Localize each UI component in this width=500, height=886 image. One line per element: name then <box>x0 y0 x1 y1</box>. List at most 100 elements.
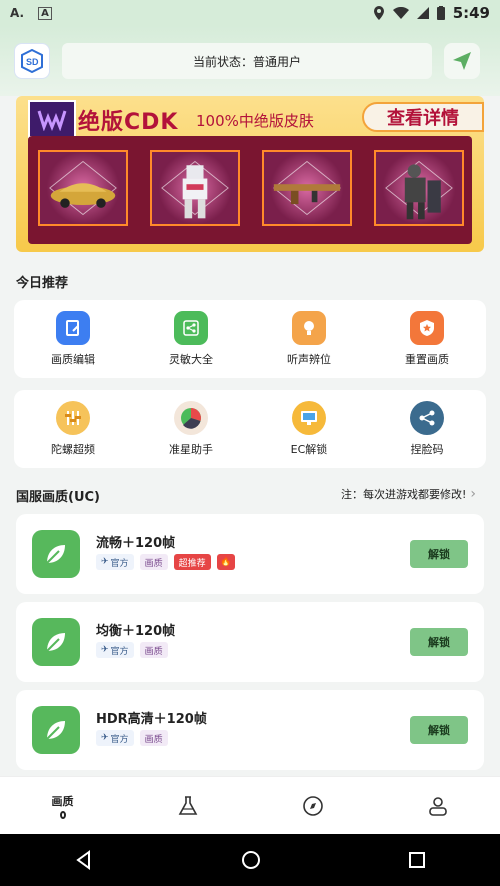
app-notification-icon: A. <box>10 6 25 20</box>
tag-quality: 画质 <box>139 642 168 658</box>
nav-quality[interactable]: 画质 <box>0 777 125 834</box>
tool-label: 陀螺超频 <box>51 443 95 456</box>
tool-label: EC解锁 <box>290 443 328 456</box>
leaf-icon <box>32 618 80 666</box>
back-icon[interactable] <box>74 850 94 870</box>
bottom-nav: 画质 <box>0 776 500 834</box>
leaf-icon <box>32 706 80 754</box>
nav-quality-label: 画质 <box>51 794 74 808</box>
official-icon: ✈ <box>101 645 109 655</box>
tool-label: 重置画质 <box>405 353 449 366</box>
monitor-icon <box>292 401 326 435</box>
tool-face-code[interactable]: 捏脸码 <box>368 390 486 468</box>
recommend-row-1: 画质编辑 灵敏大全 听声辨位 重置画质 <box>14 300 486 378</box>
unlock-button[interactable]: 解锁 <box>410 540 468 568</box>
tool-reset-quality[interactable]: 重置画质 <box>368 300 486 378</box>
preset-card: HDR高清＋120帧 ✈ 官方 画质 解锁 <box>16 690 484 770</box>
quality-note-text: 注：每次进游戏都要修改! <box>340 488 467 501</box>
send-icon <box>453 52 471 70</box>
skin-outfit-image <box>374 150 464 226</box>
preset-card: 流畅＋120帧 ✈ 官方 画质 超推荐 🔥 解锁 <box>16 514 484 594</box>
tag-text: 官方 <box>110 734 129 745</box>
banner-subtitle: 100%中绝版皮肤 <box>196 112 314 130</box>
official-icon: ✈ <box>101 557 109 567</box>
tool-sensitivity[interactable]: 灵敏大全 <box>132 300 250 378</box>
leaf-icon <box>32 530 80 578</box>
preset-tags: ✈ 官方 画质 超推荐 🔥 <box>96 554 235 570</box>
nav-discover[interactable] <box>250 777 375 834</box>
skin-car-image <box>38 150 128 226</box>
tool-quality-edit[interactable]: 画质编辑 <box>14 300 132 378</box>
top-header: SD 当前状态：普通用户 <box>0 26 500 96</box>
promo-banner[interactable]: 绝版CDK 100%中绝版皮肤 查看详情 <box>16 96 484 252</box>
battery-icon <box>436 6 445 20</box>
tag-text: 官方 <box>110 646 129 657</box>
banner-title: 绝版CDK <box>78 110 179 135</box>
compass-icon <box>302 795 323 816</box>
user-icon <box>428 796 447 816</box>
quality-note[interactable]: 注：每次进游戏都要修改! › <box>341 486 476 502</box>
tag-recommend: 超推荐 <box>173 554 211 570</box>
quality-section-title: 国服画质(UC) <box>16 490 100 505</box>
wifi-icon <box>392 7 409 19</box>
shield-star-icon <box>410 311 444 345</box>
unlock-button[interactable]: 解锁 <box>410 628 468 656</box>
status-bar: A. A 5:49 <box>0 0 500 26</box>
bulb-icon <box>292 311 326 345</box>
share-node-icon <box>410 401 444 435</box>
tool-gyro-overclock[interactable]: 陀螺超频 <box>14 390 132 468</box>
tool-crosshair-helper[interactable]: 准星助手 <box>132 390 250 468</box>
tool-label: 听声辨位 <box>287 353 331 366</box>
app-notification-icon-2: A <box>38 6 52 20</box>
tag-official: ✈ 官方 <box>96 730 134 746</box>
skin-robot-image <box>150 150 240 226</box>
system-nav-bar <box>0 834 500 886</box>
location-icon <box>373 6 384 20</box>
clock: 5:49 <box>452 4 490 22</box>
preset-name: HDR高清＋120帧 <box>96 712 207 727</box>
send-button[interactable] <box>444 43 480 79</box>
tag-official: ✈ 官方 <box>96 554 134 570</box>
preset-tags: ✈ 官方 画质 <box>96 730 168 746</box>
edit-icon <box>56 311 90 345</box>
banner-skin-panel <box>28 136 472 244</box>
tag-quality: 画质 <box>139 730 168 746</box>
nav-lab[interactable] <box>125 777 250 834</box>
svg-text:SD: SD <box>26 57 39 67</box>
home-icon[interactable] <box>241 850 261 870</box>
banner-more-button[interactable]: 查看详情 <box>362 102 484 132</box>
sliders-icon <box>56 401 90 435</box>
pie-icon <box>174 401 208 435</box>
app-logo[interactable]: SD <box>14 43 50 79</box>
user-status-bar: 当前状态：普通用户 <box>62 43 432 79</box>
tool-sound-locate[interactable]: 听声辨位 <box>250 300 368 378</box>
official-icon: ✈ <box>101 733 109 743</box>
nav-profile[interactable] <box>375 777 500 834</box>
tool-ec-unlock[interactable]: EC解锁 <box>250 390 368 468</box>
tool-label: 画质编辑 <box>51 353 95 366</box>
tag-official: ✈ 官方 <box>96 642 134 658</box>
preset-card: 均衡＋120帧 ✈ 官方 画质 解锁 <box>16 602 484 682</box>
signal-icon <box>416 7 429 19</box>
unlock-button[interactable]: 解锁 <box>410 716 468 744</box>
recommend-title: 今日推荐 <box>16 276 69 291</box>
app-logo-icon: SD <box>21 49 43 73</box>
tool-label: 准星助手 <box>169 443 213 456</box>
share-icon <box>174 311 208 345</box>
chevron-right-icon: › <box>470 486 476 502</box>
preset-name: 流畅＋120帧 <box>96 536 176 551</box>
recents-icon[interactable] <box>408 851 426 869</box>
fire-icon: 🔥 <box>216 554 235 570</box>
skin-rifle-image <box>262 150 352 226</box>
tool-label: 捏脸码 <box>410 443 444 456</box>
recommend-row-2: 陀螺超频 准星助手 EC解锁 捏脸码 <box>14 390 486 468</box>
tool-label: 灵敏大全 <box>169 353 213 366</box>
tag-quality: 画质 <box>139 554 168 570</box>
flask-icon <box>178 795 197 815</box>
preset-name: 均衡＋120帧 <box>96 624 176 639</box>
user-status-text: 当前状态：普通用户 <box>192 54 301 69</box>
nav-active-indicator <box>59 810 66 819</box>
brand-badge-icon <box>28 100 76 138</box>
tag-text: 官方 <box>110 558 129 569</box>
preset-tags: ✈ 官方 画质 <box>96 642 168 658</box>
